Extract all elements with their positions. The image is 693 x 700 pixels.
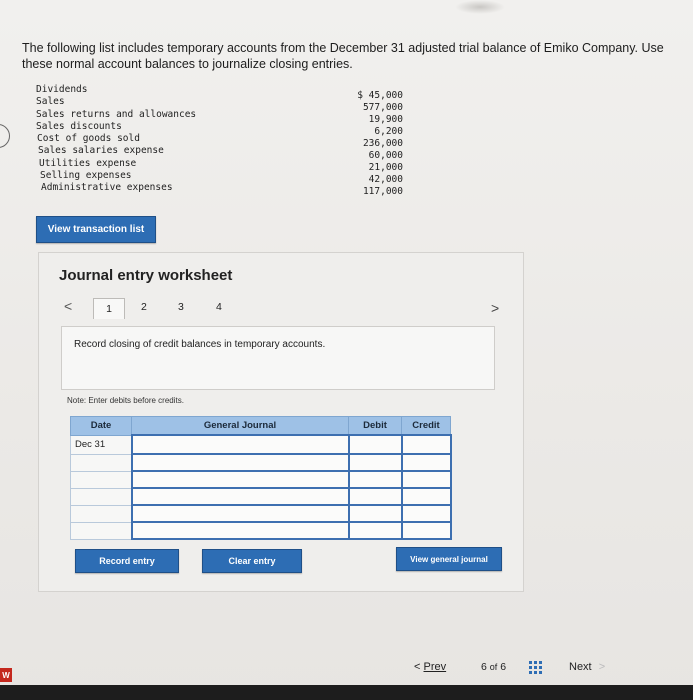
- pager-step-3[interactable]: 3: [178, 301, 184, 313]
- debit-field[interactable]: [347, 504, 403, 523]
- date-cell[interactable]: [70, 504, 132, 523]
- date-cell[interactable]: [70, 470, 132, 489]
- top-edge-shadow: [455, 0, 505, 14]
- debit-field[interactable]: [347, 470, 403, 489]
- table-row: Dec 31: [70, 434, 452, 455]
- pager-step-4[interactable]: 4: [216, 301, 222, 313]
- debit-field[interactable]: [347, 521, 403, 540]
- record-entry-button[interactable]: Record entry: [75, 549, 179, 573]
- account-field[interactable]: [130, 453, 350, 472]
- account-field[interactable]: [130, 434, 350, 455]
- pager-step-1[interactable]: 1: [93, 298, 125, 319]
- journal-table: Date General Journal Debit Credit Dec 31: [70, 416, 452, 540]
- browser-badge: W: [0, 668, 12, 682]
- date-cell[interactable]: [70, 521, 132, 540]
- credit-field[interactable]: [400, 434, 452, 455]
- account-field[interactable]: [130, 470, 350, 489]
- chevron-right-icon: >: [598, 661, 606, 673]
- page-of: of: [489, 662, 498, 672]
- worksheet-title: Journal entry worksheet: [59, 267, 233, 284]
- credit-field[interactable]: [400, 504, 452, 523]
- account-amount: 60,000: [368, 150, 403, 161]
- credit-field[interactable]: [400, 453, 452, 472]
- page-counter: 6 of 6: [481, 661, 506, 673]
- account-name: Utilities expense: [39, 157, 137, 169]
- table-row: [70, 470, 452, 489]
- next-label: Next: [569, 661, 592, 673]
- account-field[interactable]: [130, 487, 350, 506]
- page: The following list includes temporary ac…: [0, 0, 693, 700]
- prev-button[interactable]: < Prev: [414, 661, 446, 673]
- prev-label: Prev: [423, 661, 447, 673]
- page-total: 6: [500, 661, 507, 673]
- account-amount: 236,000: [362, 138, 403, 149]
- journal-entry-worksheet: Journal entry worksheet < 1 2 3 4 > Reco…: [38, 252, 524, 592]
- account-amount: 6,200: [374, 126, 403, 137]
- pager-step-2[interactable]: 2: [141, 301, 147, 313]
- table-row: [70, 453, 452, 472]
- account-amount: $ 45,000: [357, 90, 403, 101]
- debit-field[interactable]: [347, 453, 403, 472]
- account-field[interactable]: [130, 521, 350, 540]
- instruction-text: Record closing of credit balances in tem…: [74, 339, 326, 350]
- page-current: 6: [481, 661, 487, 673]
- pager-next-icon[interactable]: >: [491, 300, 499, 316]
- date-cell[interactable]: [70, 453, 132, 472]
- account-name: Dividends: [36, 84, 88, 95]
- view-transaction-list-button[interactable]: View transaction list: [36, 216, 156, 243]
- grid-icon[interactable]: [529, 661, 542, 674]
- account-name: Sales discounts: [36, 120, 122, 132]
- credit-field[interactable]: [400, 470, 452, 489]
- credit-field[interactable]: [400, 487, 452, 506]
- account-amount: 42,000: [368, 174, 403, 185]
- account-name: Administrative expenses: [41, 182, 173, 194]
- account-list: Dividends Sales Sales returns and allowa…: [36, 84, 196, 195]
- question-text: The following list includes temporary ac…: [22, 41, 664, 71]
- account-name: Selling expenses: [40, 170, 132, 182]
- date-cell[interactable]: Dec 31: [70, 434, 132, 455]
- view-general-journal-button[interactable]: View general journal: [396, 547, 502, 571]
- account-name: Sales returns and allowances: [36, 108, 197, 120]
- credit-header: Credit: [401, 416, 451, 436]
- pager-prev-icon[interactable]: <: [64, 298, 72, 314]
- note-text: Note: Enter debits before credits.: [67, 396, 184, 405]
- account-name: Sales salaries expense: [38, 145, 164, 157]
- side-circle-icon: [0, 124, 10, 148]
- table-row: [70, 504, 452, 523]
- account-amount: 577,000: [362, 102, 403, 113]
- account-field[interactable]: [130, 504, 350, 523]
- clear-entry-button[interactable]: Clear entry: [202, 549, 302, 573]
- date-header: Date: [70, 416, 132, 436]
- instruction-box: Record closing of credit balances in tem…: [61, 326, 495, 390]
- debit-field[interactable]: [347, 487, 403, 506]
- debit-header: Debit: [348, 416, 402, 436]
- credit-field[interactable]: [400, 521, 452, 540]
- account-name: Cost of goods sold: [37, 133, 140, 145]
- account-name: Sales: [36, 96, 65, 108]
- bottom-bar: [0, 685, 693, 700]
- account-amount: 19,900: [368, 114, 403, 125]
- table-row: [70, 487, 452, 506]
- account-amount: 117,000: [362, 186, 403, 197]
- table-row: [70, 521, 452, 540]
- amount-list: $ 45,000 577,000 19,900 6,200 236,000 60…: [330, 90, 403, 198]
- account-amount: 21,000: [368, 162, 403, 173]
- general-journal-header: General Journal: [131, 416, 349, 436]
- next-button[interactable]: Next >: [569, 661, 605, 673]
- date-cell[interactable]: [70, 487, 132, 506]
- chevron-left-icon: <: [414, 661, 421, 673]
- debit-field[interactable]: [347, 434, 403, 455]
